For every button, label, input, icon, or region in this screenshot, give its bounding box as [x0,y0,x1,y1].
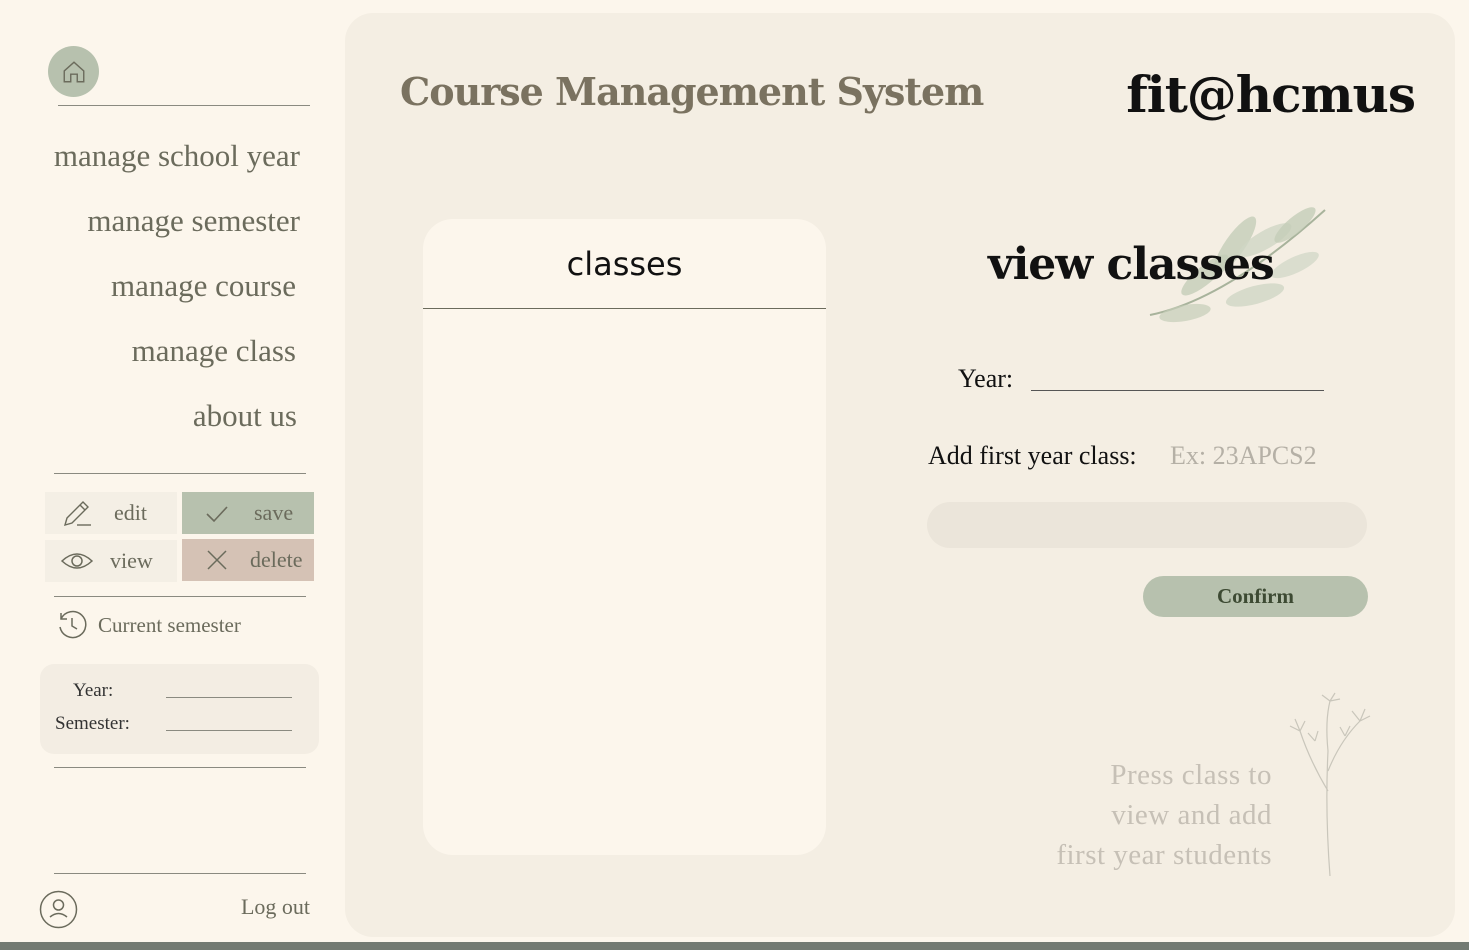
year-label: Year: [958,364,1014,393]
logout-link[interactable]: Log out [241,894,310,920]
delete-label: delete [250,547,303,572]
year-label: Year: [73,680,114,701]
current-semester-box: Year: Semester: [40,664,319,754]
brand-logo: fit@hcmus [1126,65,1416,124]
save-label: save [254,500,294,525]
view-classes-title: view classes [988,239,1275,290]
divider [58,105,310,106]
add-class-input[interactable] [927,502,1367,548]
save-button[interactable]: save [182,492,314,534]
classes-list-panel: classes [423,219,826,855]
bottom-bar [0,942,1469,950]
hint-line: view and add [1111,799,1272,831]
divider [54,473,306,474]
hint-text: Press class to view and add first year s… [1056,755,1272,875]
view-label: view [110,548,153,573]
nav-manage-class[interactable]: manage class [132,333,296,369]
flower-decoration-icon [1289,692,1371,877]
divider [54,873,306,874]
confirm-button[interactable]: Confirm [1143,576,1368,617]
check-icon [200,496,234,530]
current-semester: Current semester [56,609,241,641]
nav-about-us[interactable]: about us [193,398,297,434]
divider [54,767,306,768]
edit-label: edit [114,500,147,525]
home-button[interactable] [48,46,99,97]
nav-manage-semester[interactable]: manage semester [87,203,300,239]
eye-icon [60,544,94,578]
nav-manage-school-year[interactable]: manage school year [54,138,300,174]
current-semester-label: Current semester [98,612,241,637]
classes-list[interactable] [423,309,826,854]
hint-line: Press class to [1110,759,1272,791]
view-button[interactable]: view [45,540,177,582]
main-panel: Course Management System fit@hcmus class… [345,13,1455,937]
sidebar: manage school year manage semester manag… [0,0,340,950]
delete-button[interactable]: delete [182,539,314,581]
history-icon [59,610,87,639]
add-class-label: Add first year class: [928,441,1137,470]
year-value-line [166,697,292,698]
edit-button[interactable]: edit [45,492,177,534]
nav-manage-course[interactable]: manage course [111,268,296,304]
user-icon[interactable] [39,890,78,929]
semester-label: Semester: [55,713,130,734]
year-input[interactable] [1031,390,1324,391]
hint-line: first year students [1056,839,1272,871]
classes-heading: classes [423,219,826,309]
divider [54,596,306,597]
pencil-icon [60,496,94,530]
add-class-placeholder: Ex: 23APCS2 [1170,441,1317,470]
x-icon [200,543,234,577]
semester-value-line [166,730,292,731]
home-icon [63,60,84,82]
page-title: Course Management System [400,69,984,114]
